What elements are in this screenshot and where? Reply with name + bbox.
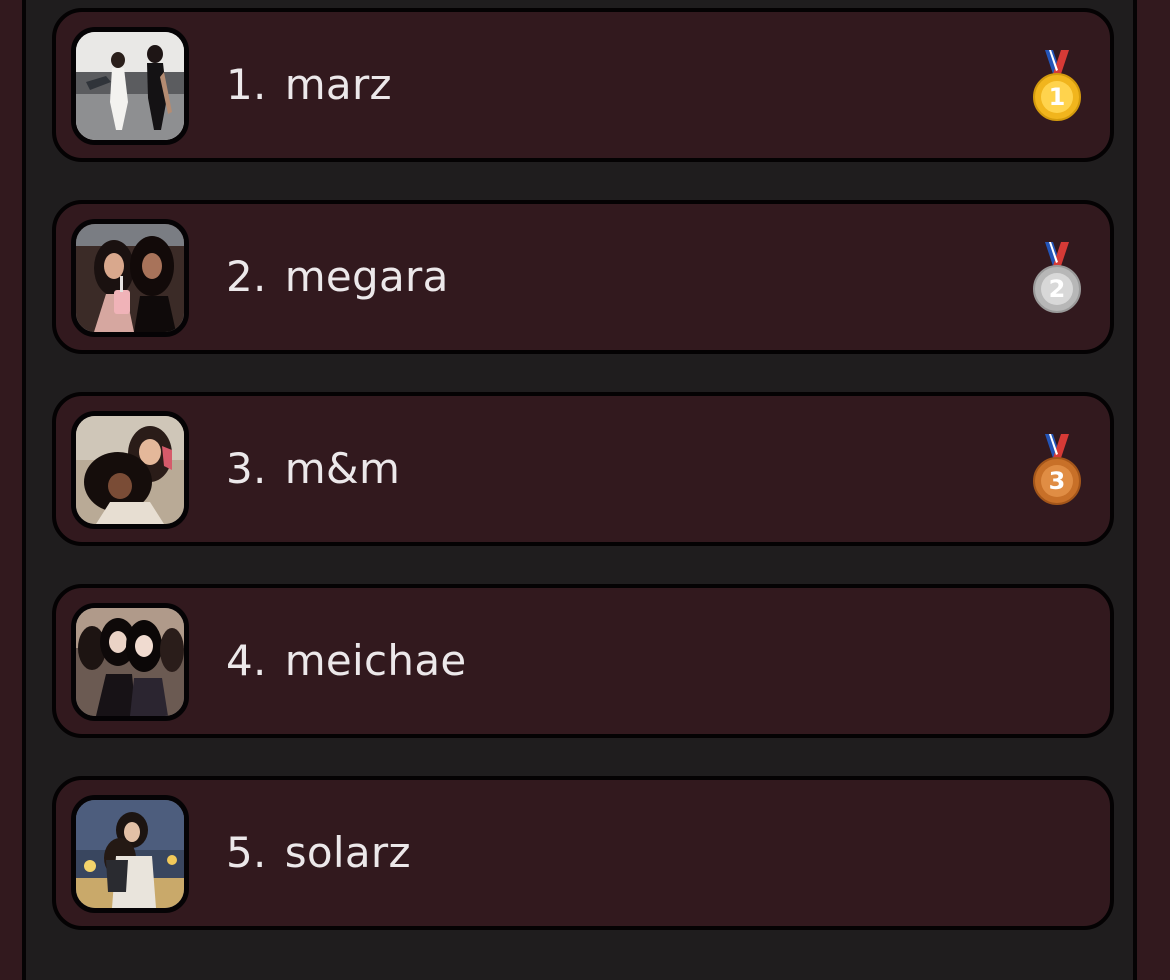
avatar-photo xyxy=(76,608,184,716)
ranking-row-3[interactable]: 3. m&m 3 xyxy=(52,392,1114,546)
medal-digit: 1 xyxy=(1049,83,1066,111)
avatar-photo xyxy=(76,416,184,524)
ranking-row-5[interactable]: 5. solarz xyxy=(52,776,1114,930)
rank-number: 1. xyxy=(226,60,267,109)
ranking-row-2[interactable]: 2. megara 2 xyxy=(52,200,1114,354)
rank-name: m&m xyxy=(284,444,401,493)
medal-digit: 3 xyxy=(1049,467,1066,495)
rank-name: megara xyxy=(284,252,449,301)
rank-label: 4. meichae xyxy=(226,640,467,682)
avatar xyxy=(71,27,189,145)
rank-label: 5. solarz xyxy=(226,832,411,874)
avatar xyxy=(71,795,189,913)
rank-number: 5. xyxy=(226,828,267,877)
avatar-photo xyxy=(76,800,184,908)
rank-label: 1. marz xyxy=(226,64,392,106)
avatar-photo xyxy=(76,32,184,140)
rank-name: meichae xyxy=(284,636,467,685)
ranking-row-4[interactable]: 4. meichae xyxy=(52,584,1114,738)
rank-name: solarz xyxy=(284,828,411,877)
ranking-row-1[interactable]: 1. marz 1 xyxy=(52,8,1114,162)
medal-digit: 2 xyxy=(1049,275,1066,303)
rank-name: marz xyxy=(284,60,392,109)
avatar xyxy=(71,411,189,529)
rank-label: 3. m&m xyxy=(226,448,400,490)
avatar xyxy=(71,603,189,721)
bronze-medal-icon: 3 xyxy=(1031,432,1083,508)
avatar-photo xyxy=(76,224,184,332)
rank-label: 2. megara xyxy=(226,256,449,298)
rank-number: 3. xyxy=(226,444,267,493)
rank-number: 2. xyxy=(226,252,267,301)
avatar xyxy=(71,219,189,337)
rank-number: 4. xyxy=(226,636,267,685)
silver-medal-icon: 2 xyxy=(1031,240,1083,316)
gold-medal-icon: 1 xyxy=(1031,48,1083,124)
